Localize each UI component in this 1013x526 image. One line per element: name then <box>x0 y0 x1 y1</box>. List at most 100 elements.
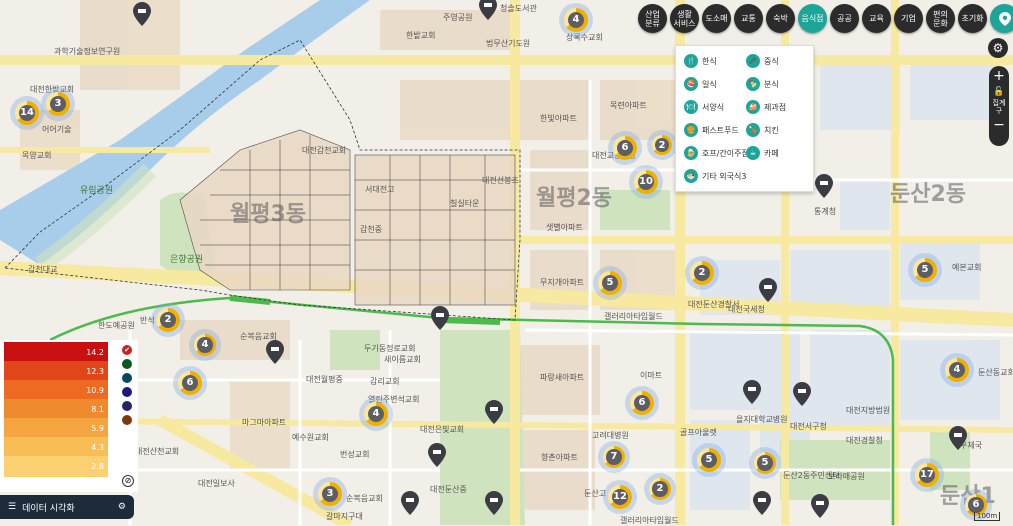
legend-filter-toggle[interactable]: ✔ <box>122 345 132 355</box>
poi-cluster[interactable]: 5 <box>692 443 726 477</box>
data-visualization-button[interactable]: ☰ 데이터 시각화 ⚙ <box>0 495 134 519</box>
category-lodging-button[interactable]: 숙박 <box>766 4 795 33</box>
category-retail-button[interactable]: 도소매 <box>702 4 731 33</box>
restaurant-pin-icon[interactable] <box>759 278 777 302</box>
legend-row: 4.3 <box>4 437 108 458</box>
district-label: 월평2동 <box>536 186 613 211</box>
bakery-icon: 🍰 <box>746 100 760 114</box>
category-reset-button[interactable]: 초기화 <box>958 4 987 33</box>
place-label: 대전월평중 <box>306 375 343 384</box>
place-label: 대전경찰청 <box>846 436 883 445</box>
restaurant-pin-icon[interactable] <box>743 380 761 404</box>
location-pin-icon[interactable] <box>990 4 1013 33</box>
food-cafe-item[interactable]: ☕ 카페 <box>746 146 779 160</box>
poi-cluster[interactable]: 4 <box>559 3 593 37</box>
restaurant-pin-icon[interactable] <box>753 491 771 515</box>
poi-cluster[interactable]: 3 <box>41 87 75 121</box>
category-transport-button[interactable]: 교통 <box>734 4 763 33</box>
category-culture-button[interactable]: 편의 문화 <box>926 4 955 33</box>
category-restaurant-button[interactable]: 음식점 <box>798 4 827 33</box>
food-chicken-item[interactable]: 🍗 치킨 <box>746 123 779 137</box>
zoom-out-button[interactable]: − <box>993 117 1005 133</box>
poi-cluster[interactable]: 4 <box>359 397 393 431</box>
category-company-button[interactable]: 기업 <box>894 4 923 33</box>
place-label: 과학기술정보연구원 <box>54 47 121 56</box>
category-education-button[interactable]: 교육 <box>862 4 891 33</box>
legend-filter-toggle[interactable] <box>122 401 132 411</box>
place-label: 대전둔산중 <box>430 485 467 494</box>
place-label: 을지대학교병원 <box>736 415 788 424</box>
category-public-button[interactable]: 공공 <box>830 4 859 33</box>
poi-cluster[interactable]: 2 <box>151 303 185 337</box>
restaurant-pin-icon[interactable] <box>485 491 503 515</box>
legend-filter-toggle[interactable] <box>122 415 132 425</box>
food-korean-item[interactable]: 🍴 한식 <box>684 54 717 68</box>
legend-filter-toggle[interactable] <box>122 387 132 397</box>
restaurant-pin-icon[interactable] <box>811 494 829 518</box>
restaurant-pin-icon[interactable] <box>401 491 419 515</box>
jip-gye-gu-label[interactable]: 집계구 <box>992 99 1006 115</box>
restaurant-pin-icon[interactable] <box>428 443 446 467</box>
legend-filter-toggle[interactable] <box>122 359 132 369</box>
place-label: 대전산천교회 <box>135 447 180 456</box>
poi-cluster[interactable]: 14 <box>10 96 44 130</box>
poi-cluster[interactable]: 2 <box>647 130 677 160</box>
food-pub-item[interactable]: 🍺 호프/간이주점 <box>684 146 749 160</box>
pub-icon: 🍺 <box>684 146 698 160</box>
poi-cluster[interactable]: 10 <box>629 165 663 199</box>
food-japanese-item[interactable]: 🍣 일식 <box>684 77 717 91</box>
map-scale: 100m <box>974 512 1001 521</box>
food-snack-item[interactable]: 🍢 분식 <box>746 77 779 91</box>
place-label: 마그마아파트 <box>242 418 287 427</box>
food-chinese-item[interactable]: 🥢 중식 <box>746 54 779 68</box>
place-label: 이마트 <box>640 371 663 380</box>
poi-cluster[interactable]: 4 <box>189 329 221 361</box>
place-label: 목련아파트 <box>610 101 647 110</box>
restaurant-pin-icon[interactable] <box>266 340 284 364</box>
list-icon: ☰ <box>8 502 17 512</box>
poi-cluster[interactable]: 2 <box>685 256 719 290</box>
legend-row: 8.1 <box>4 399 108 420</box>
legend-filter-toggle[interactable] <box>122 373 132 383</box>
settings-icon[interactable]: ⚙ <box>118 502 126 512</box>
restaurant-pin-icon[interactable] <box>479 0 497 20</box>
poi-cluster[interactable]: 5 <box>749 447 781 479</box>
category-industry-button[interactable]: 산업 분류 <box>638 4 667 33</box>
poi-cluster[interactable]: 6 <box>608 131 642 165</box>
food-category-menu: 🍴 한식 🥢 중식 🍣 일식 🍢 분식 🍽 서양식 🍰 제과점 🍔 패스트푸드 🍗 치킨 🍺 호프… <box>675 45 814 192</box>
poi-cluster[interactable]: 17 <box>910 458 944 492</box>
poi-cluster[interactable]: 5 <box>593 266 627 300</box>
poi-cluster[interactable]: 3 <box>313 477 347 511</box>
restaurant-pin-icon[interactable] <box>431 306 449 330</box>
food-western-item[interactable]: 🍽 서양식 <box>684 100 724 114</box>
poi-cluster[interactable]: 6 <box>625 386 659 420</box>
fastfood-icon: 🍔 <box>684 123 698 137</box>
zoom-in-button[interactable]: + <box>993 68 1005 84</box>
food-bakery-item[interactable]: 🍰 제과점 <box>746 100 786 114</box>
restaurant-pin-icon[interactable] <box>949 426 967 450</box>
food-other-foreign-item[interactable]: 🍜 기타 외국식3 <box>684 169 746 183</box>
legend-row: 12.3 <box>4 361 108 382</box>
place-label: 감리교회 <box>370 377 400 386</box>
place-label: 갈마지구대 <box>326 512 363 521</box>
district-label: 둔산2동 <box>890 182 967 207</box>
restaurant-pin-icon[interactable] <box>815 174 833 198</box>
korean-food-icon: 🍴 <box>684 54 698 68</box>
poi-cluster[interactable]: 12 <box>603 480 637 514</box>
poi-cluster[interactable]: 2 <box>644 473 676 505</box>
place-label: 청솔도서관 <box>500 4 537 13</box>
poi-cluster[interactable]: 6 <box>173 366 207 400</box>
poi-cluster[interactable]: 7 <box>598 441 630 473</box>
poi-cluster[interactable]: 5 <box>908 253 942 287</box>
unlock-icon[interactable]: 🔓 <box>993 87 1004 97</box>
food-fastfood-item[interactable]: 🍔 패스트푸드 <box>684 123 739 137</box>
settings-gear-icon[interactable]: ⚙ <box>988 38 1008 58</box>
poi-cluster[interactable]: 4 <box>940 353 974 387</box>
legend-close-icon[interactable]: ⊘ <box>122 475 134 487</box>
category-living-service-button[interactable]: 생활 서비스 <box>670 4 699 33</box>
restaurant-pin-icon[interactable] <box>133 2 151 26</box>
chicken-icon: 🍗 <box>746 123 760 137</box>
legend-row: 10.9 <box>4 380 108 401</box>
restaurant-pin-icon[interactable] <box>485 400 503 424</box>
restaurant-pin-icon[interactable] <box>793 382 811 406</box>
